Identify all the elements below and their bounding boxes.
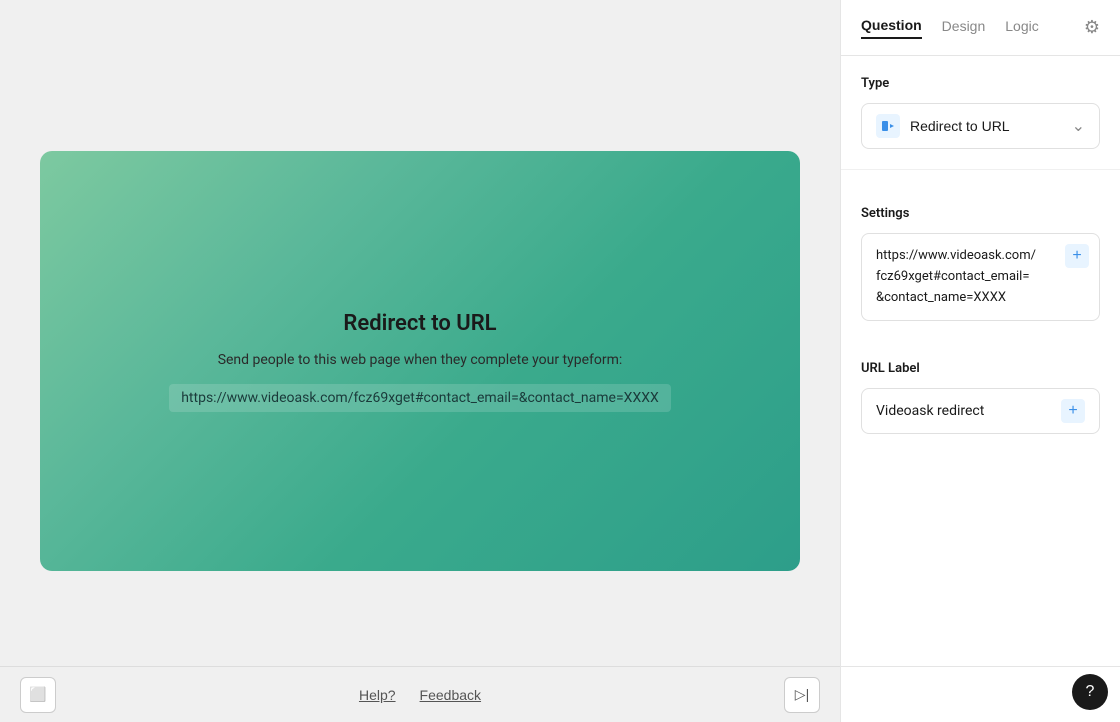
type-dropdown[interactable]: Redirect to URL ⌄ bbox=[861, 103, 1100, 149]
url-label-heading: URL Label bbox=[861, 361, 1100, 376]
settings-url-text: https://www.videoask.com/ fcz69xget#cont… bbox=[876, 246, 1085, 308]
preview-card: Redirect to URL Send people to this web … bbox=[40, 151, 800, 571]
collapse-button[interactable]: ⬜ bbox=[20, 677, 56, 713]
url-label-plus-button[interactable]: + bbox=[1061, 399, 1085, 423]
settings-label: Settings bbox=[861, 206, 1100, 221]
url-label-value: Videoask redirect bbox=[876, 403, 984, 419]
type-label: Type bbox=[861, 76, 1100, 91]
settings-url-box: https://www.videoask.com/ fcz69xget#cont… bbox=[861, 233, 1100, 321]
feedback-link[interactable]: Feedback bbox=[420, 687, 481, 703]
right-panel: Question Design Logic ⚙ Type Redirect to… bbox=[840, 0, 1120, 722]
chevron-down-icon: ⌄ bbox=[1072, 116, 1085, 136]
type-value: Redirect to URL bbox=[910, 118, 1062, 134]
url-label-box: Videoask redirect + bbox=[861, 388, 1100, 434]
expand-button[interactable]: ▷| bbox=[784, 677, 820, 713]
redirect-icon bbox=[876, 114, 900, 138]
tab-question[interactable]: Question bbox=[861, 17, 922, 39]
settings-plus-button[interactable]: + bbox=[1065, 244, 1089, 268]
preview-title: Redirect to URL bbox=[343, 311, 496, 336]
collapse-icon: ⬜ bbox=[29, 686, 46, 703]
panel-bottom: ? bbox=[841, 666, 1120, 722]
tab-design[interactable]: Design bbox=[942, 18, 986, 38]
preview-subtitle: Send people to this web page when they c… bbox=[218, 352, 623, 368]
url-label-section: URL Label Videoask redirect + bbox=[841, 341, 1120, 454]
tab-logic[interactable]: Logic bbox=[1005, 18, 1038, 38]
preview-area: Redirect to URL Send people to this web … bbox=[0, 0, 840, 722]
type-section: Type Redirect to URL ⌄ bbox=[841, 56, 1120, 169]
panel-tabs: Question Design Logic ⚙ bbox=[841, 0, 1120, 56]
settings-section: Settings https://www.videoask.com/ fcz69… bbox=[841, 186, 1120, 341]
gear-icon[interactable]: ⚙ bbox=[1084, 17, 1100, 38]
expand-icon: ▷| bbox=[795, 686, 809, 703]
help-link[interactable]: Help? bbox=[359, 687, 396, 703]
help-button[interactable]: ? bbox=[1072, 674, 1108, 710]
preview-url: https://www.videoask.com/fcz69xget#conta… bbox=[169, 384, 671, 412]
